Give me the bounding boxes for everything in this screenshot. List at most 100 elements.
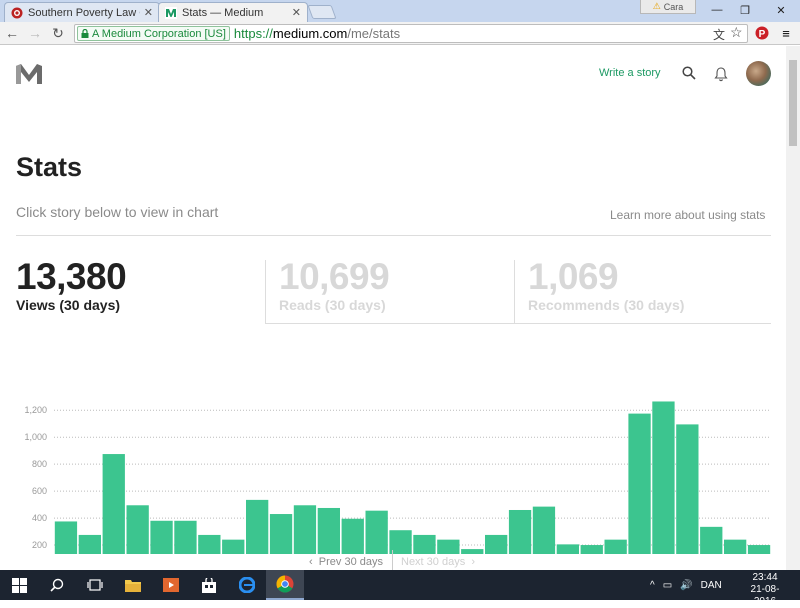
taskbar-clock[interactable]: 23:44 21-08-2016 bbox=[742, 572, 788, 608]
header-divider bbox=[16, 235, 771, 236]
reads-count: 10,699 bbox=[279, 256, 390, 297]
task-view-button[interactable] bbox=[76, 570, 114, 600]
svg-text:P: P bbox=[759, 29, 766, 40]
y-tick-label: 1,200 bbox=[24, 405, 47, 415]
chart-bar[interactable] bbox=[676, 424, 699, 554]
address-bar[interactable]: A Medium Corporation [US] https://medium… bbox=[74, 24, 748, 43]
chart-bar[interactable] bbox=[317, 507, 340, 554]
chart-bar[interactable] bbox=[126, 505, 149, 554]
start-button[interactable] bbox=[0, 570, 38, 600]
browser-toolbar: ← → ↻ A Medium Corporation [US] https://… bbox=[0, 22, 800, 45]
clock-time: 23:44 bbox=[752, 572, 778, 583]
search-icon[interactable] bbox=[682, 66, 696, 80]
ev-label: A Medium Corporation [US] bbox=[92, 27, 226, 40]
y-tick-label: 1,000 bbox=[24, 432, 47, 442]
folder-icon bbox=[125, 579, 141, 592]
tab-splc[interactable]: Southern Poverty Law Cen ✕ bbox=[4, 2, 160, 22]
views-stat-tab[interactable]: 13,380 Views (30 days) bbox=[16, 256, 264, 324]
tab-close-icon[interactable]: ✕ bbox=[292, 6, 301, 19]
y-tick-label: 400 bbox=[32, 513, 47, 523]
y-tick-label: 600 bbox=[32, 486, 47, 496]
media-player-icon bbox=[163, 578, 179, 592]
browser-tab-strip: Southern Poverty Law Cen ✕ Stats — Mediu… bbox=[0, 0, 800, 22]
chevron-up-icon[interactable]: ^ bbox=[650, 580, 655, 591]
chevron-left-icon: ‹ bbox=[309, 556, 313, 568]
page-title: Stats bbox=[16, 152, 83, 182]
close-window-button[interactable]: ✕ bbox=[766, 0, 796, 20]
search-taskbar-button[interactable] bbox=[38, 570, 76, 600]
ev-certificate-badge[interactable]: A Medium Corporation [US] bbox=[77, 26, 230, 41]
tab-medium-stats[interactable]: Stats — Medium ✕ bbox=[158, 2, 308, 22]
chart-bar[interactable] bbox=[628, 413, 651, 554]
page-subtitle: Click story below to view in chart bbox=[16, 204, 219, 220]
chart-bar[interactable] bbox=[532, 506, 556, 554]
write-story-link[interactable]: Write a story bbox=[599, 67, 661, 79]
views-count: 13,380 bbox=[16, 256, 127, 297]
prev-30-days-button[interactable]: ‹ Prev 30 days bbox=[309, 556, 383, 568]
restore-button[interactable]: ❐ bbox=[730, 0, 760, 20]
url-text: https://medium.com/me/stats bbox=[234, 26, 400, 41]
recommends-count: 1,069 bbox=[528, 256, 619, 297]
url-host: medium.com bbox=[272, 26, 348, 41]
next-30-days-button[interactable]: Next 30 days › bbox=[401, 556, 475, 568]
chrome-menu-icon[interactable]: ≡ bbox=[778, 25, 794, 41]
pinterest-extension-icon[interactable]: P bbox=[754, 25, 770, 41]
back-button[interactable]: ← bbox=[4, 25, 20, 41]
chart-bar[interactable] bbox=[293, 505, 317, 554]
minimize-button[interactable]: — bbox=[702, 0, 732, 20]
chrome-icon bbox=[276, 575, 294, 593]
bookmark-star-icon[interactable]: ☆ bbox=[730, 24, 743, 41]
task-view-icon bbox=[87, 579, 103, 591]
profile-name: Cara bbox=[663, 1, 684, 12]
page-scrollbar[interactable] bbox=[786, 46, 800, 570]
forward-button[interactable]: → bbox=[27, 25, 43, 41]
reload-button[interactable]: ↻ bbox=[50, 25, 66, 41]
language-indicator[interactable]: DAN bbox=[701, 580, 722, 591]
chart-bar[interactable] bbox=[365, 510, 388, 554]
learn-more-link[interactable]: Learn more about using stats bbox=[610, 208, 765, 222]
splc-favicon-icon bbox=[11, 7, 23, 18]
chevron-right-icon: › bbox=[471, 556, 475, 568]
edge-icon bbox=[239, 577, 255, 593]
battery-icon[interactable]: ▭ bbox=[663, 580, 672, 591]
chart-bar[interactable] bbox=[269, 514, 293, 554]
clock-date: 21-08-2016 bbox=[750, 584, 780, 607]
scrollbar-thumb[interactable] bbox=[789, 60, 797, 146]
medium-logo-icon[interactable] bbox=[16, 64, 42, 84]
chart-pager: ‹ Prev 30 days Next 30 days › bbox=[0, 550, 786, 570]
lock-icon bbox=[81, 29, 89, 38]
file-explorer-button[interactable] bbox=[114, 570, 152, 600]
next-label: Next 30 days bbox=[401, 556, 466, 568]
chart-bar[interactable] bbox=[102, 454, 125, 554]
media-player-button[interactable] bbox=[152, 570, 190, 600]
tab-title: Stats — Medium bbox=[182, 6, 264, 19]
reads-label: Reads (30 days) bbox=[279, 297, 386, 313]
windows-taskbar: ^ ▭ 🔊 DAN 23:44 21-08-2016 bbox=[0, 570, 800, 607]
chrome-taskbar-button[interactable] bbox=[266, 570, 304, 600]
reads-stat-tab[interactable]: 10,699 Reads (30 days) bbox=[265, 256, 514, 324]
chart-bar[interactable] bbox=[508, 509, 532, 554]
translate-icon[interactable]: 文 bbox=[713, 26, 725, 43]
medium-stats-page: Write a story Stats Click story below to… bbox=[0, 46, 786, 570]
tab-title: Southern Poverty Law Cen bbox=[28, 6, 140, 19]
medium-favicon-icon bbox=[165, 6, 177, 19]
edge-browser-button[interactable] bbox=[228, 570, 266, 600]
pager-divider bbox=[392, 550, 393, 570]
chart-bar[interactable] bbox=[246, 499, 269, 554]
user-avatar[interactable] bbox=[746, 61, 771, 86]
tab-close-icon[interactable]: ✕ bbox=[144, 6, 153, 19]
views-bar-chart: 02004006008001,0001,200July 24July 31Aug… bbox=[24, 401, 771, 554]
chart-bar[interactable] bbox=[341, 518, 364, 554]
profile-button[interactable]: ⚠ Cara bbox=[640, 0, 696, 14]
volume-icon[interactable]: 🔊 bbox=[680, 580, 692, 591]
store-button[interactable] bbox=[190, 570, 228, 600]
new-tab-button[interactable] bbox=[307, 5, 337, 19]
pinterest-icon: P bbox=[755, 26, 769, 40]
y-tick-label: 200 bbox=[32, 540, 47, 550]
recommends-stat-tab[interactable]: 1,069 Recommends (30 days) bbox=[514, 256, 771, 324]
url-path: /me/stats bbox=[347, 26, 401, 41]
notifications-bell-icon[interactable] bbox=[713, 66, 729, 82]
windows-logo-icon bbox=[11, 577, 27, 593]
search-icon bbox=[50, 578, 64, 592]
chart-bar[interactable] bbox=[652, 401, 675, 554]
